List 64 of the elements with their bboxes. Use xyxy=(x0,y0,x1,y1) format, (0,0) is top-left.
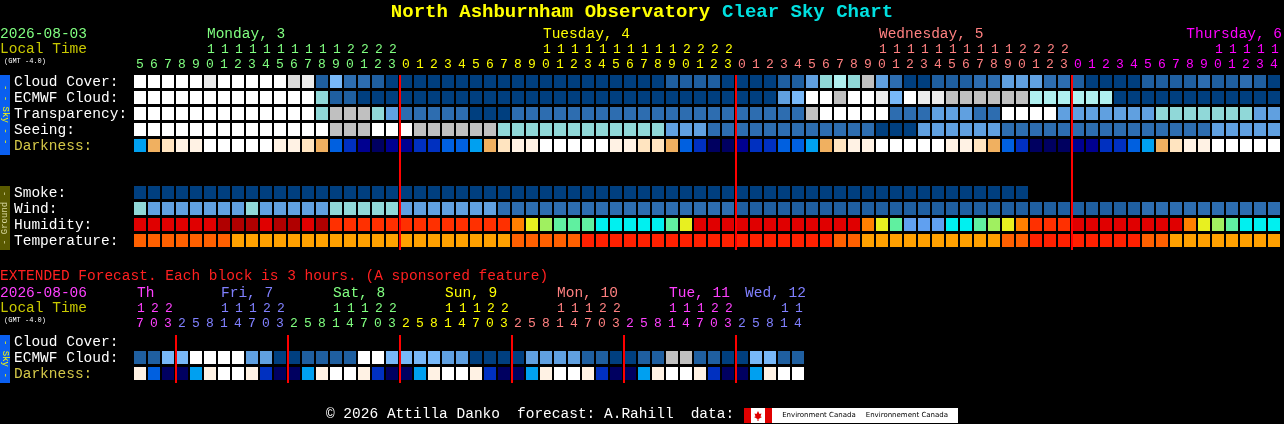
extended-forecast-heading: EXTENDED Forecast. Each block is 3 hours. (A sponsored feature) xyxy=(0,268,549,284)
hour-digits: 2 5 8 1 4 7 0 3 xyxy=(177,316,284,331)
row-label: Temperature: xyxy=(14,234,119,250)
hour-tens-digits: 1 1 1 2 2 xyxy=(445,301,509,316)
hour-digits: 7 0 3 xyxy=(135,316,171,331)
day-label: Tuesday, 4 xyxy=(542,27,630,42)
hour-tens-digits: 1 1 xyxy=(781,301,804,316)
section-label: - Ground - xyxy=(0,191,10,245)
day-label: Th xyxy=(137,286,155,301)
forecast-credit: forecast: A.Rahill xyxy=(517,405,674,424)
row-label: Darkness: xyxy=(14,367,94,383)
hour-tens-digits: 1 1 1 2 2 xyxy=(221,301,285,316)
chart-title: Clear Sky Chart xyxy=(722,0,894,25)
hour-tens-digits: 1 2 2 xyxy=(137,301,173,316)
day-label: Sun, 9 xyxy=(445,286,498,301)
observatory-title: North Ashburnham Observatory xyxy=(390,0,711,25)
day-label: Wed, 12 xyxy=(745,286,806,301)
hour-digits: 0 1 2 3 4 5 6 7 8 9 0 1 2 3 4 xyxy=(1073,57,1278,72)
section-label: - Sky - xyxy=(0,340,10,378)
midnight-line xyxy=(511,335,513,383)
date-label: 2026-08-03 xyxy=(0,27,87,42)
hour-digits: 2 5 8 1 4 7 0 3 xyxy=(625,316,732,331)
local-time-label: Local Time xyxy=(0,301,87,316)
midnight-line xyxy=(287,335,289,383)
midnight-line xyxy=(735,335,737,383)
hour-tens-digits: 1 1 1 1 1 1 1 1 1 1 2 2 2 2 xyxy=(542,42,733,57)
hour-digits: 2 5 8 1 4 7 0 3 xyxy=(513,316,620,331)
hour-tens-digits: 1 1 1 1 1 1 1 1 1 1 2 2 2 2 xyxy=(878,42,1069,57)
day-label: Fri, 7 xyxy=(221,286,274,301)
date-label: 2026-08-06 xyxy=(0,286,87,301)
data-label: data: xyxy=(690,405,735,424)
midnight-line xyxy=(175,335,177,383)
row-label: Transparency: xyxy=(14,107,128,123)
row-label: ECMWF Cloud: xyxy=(14,91,120,107)
section-label: - - Sky - - xyxy=(0,85,10,145)
day-label: Mon, 10 xyxy=(557,286,618,301)
day-label: Sat, 8 xyxy=(333,286,386,301)
midnight-line xyxy=(623,335,625,383)
midnight-line xyxy=(399,335,401,383)
hour-digits: 2 5 8 1 4 7 0 3 xyxy=(289,316,396,331)
row-label: Humidity: xyxy=(14,218,94,234)
row-label: ECMWF Cloud: xyxy=(14,351,119,367)
row-label: Cloud Cover: xyxy=(14,75,120,91)
hour-tens-digits: 1 1 1 1 1 xyxy=(1215,42,1280,57)
hour-digits: 2 5 8 1 4 xyxy=(737,316,801,331)
day-label: Wednesday, 5 xyxy=(878,27,984,42)
hour-tens-digits: 1 1 1 1 1 1 1 1 1 1 2 2 2 2 xyxy=(206,42,397,57)
hour-tens-digits: 1 1 1 2 2 xyxy=(333,301,397,316)
row-label: Darkness: xyxy=(14,139,94,155)
local-time-label: Local Time xyxy=(0,42,87,57)
hour-tens-digits: 1 1 1 2 2 xyxy=(557,301,621,316)
row-label: Wind: xyxy=(14,202,59,218)
hour-tens-digits: 1 1 1 2 2 xyxy=(669,301,733,316)
copyright-text: © 2026 Attilla Danko xyxy=(325,405,500,424)
hour-digits: 2 5 8 1 4 7 0 3 xyxy=(401,316,508,331)
hour-digits: 5 6 7 8 9 0 1 2 3 4 5 6 7 8 9 0 1 2 3 xyxy=(135,57,396,72)
row-label: Seeing: xyxy=(14,123,76,139)
row-label: Smoke: xyxy=(14,186,68,202)
row-label: Cloud Cover: xyxy=(14,335,119,351)
day-label: Monday, 3 xyxy=(206,27,286,42)
day-label: Thursday, 6 xyxy=(1186,27,1282,42)
hour-digits: 0 1 2 3 4 5 6 7 8 9 0 1 2 3 4 5 6 7 8 9 0 1 2 3 xyxy=(737,57,1068,72)
day-label: Tue, 11 xyxy=(669,286,730,301)
hour-digits: 0 1 2 3 4 5 6 7 8 9 0 1 2 3 4 5 6 7 8 9 0 1 2 3 xyxy=(401,57,732,72)
